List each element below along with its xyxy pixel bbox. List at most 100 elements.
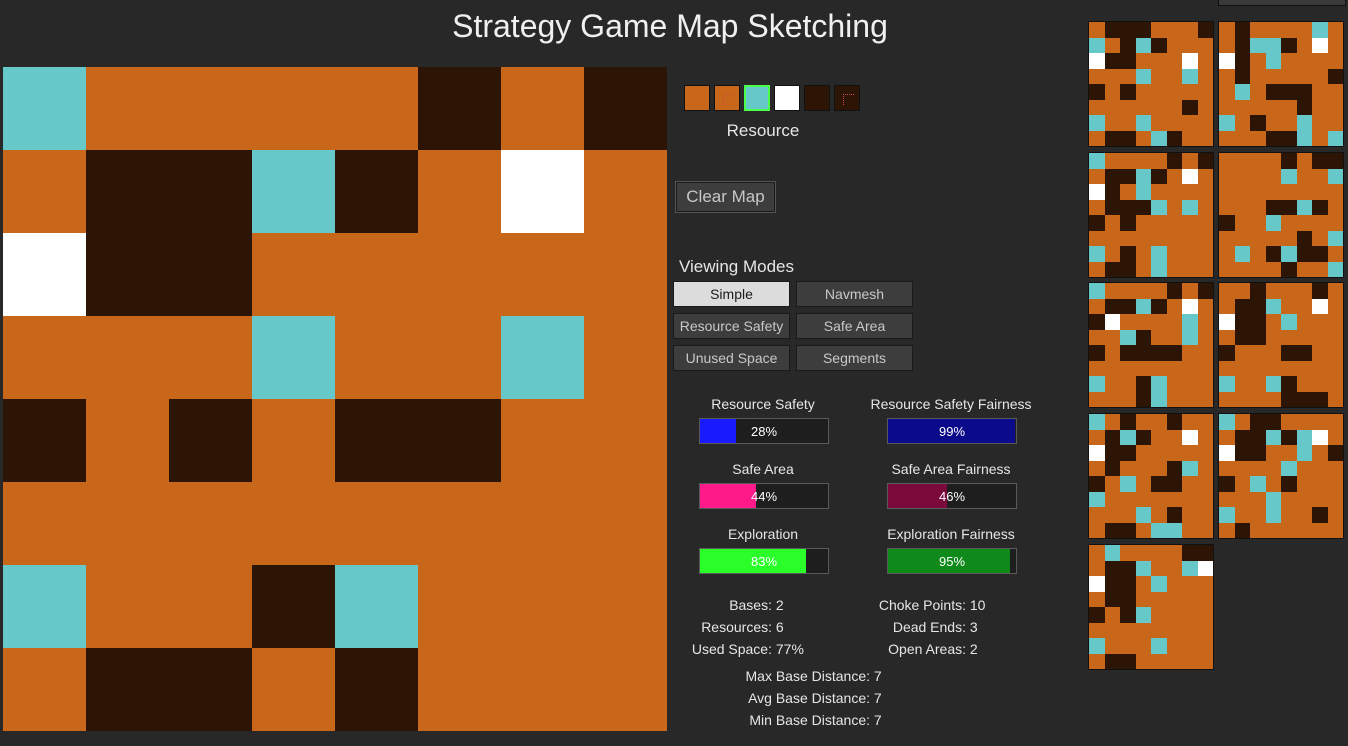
- ground-tile[interactable]: [418, 150, 501, 233]
- ground-tile[interactable]: [169, 316, 252, 399]
- wall-tile[interactable]: [418, 67, 501, 150]
- ground-tile[interactable]: [252, 648, 335, 731]
- ground-tile[interactable]: [3, 648, 86, 731]
- resource-tile[interactable]: [3, 67, 86, 150]
- wall-tile[interactable]: [169, 648, 252, 731]
- ground-tile: [1250, 491, 1266, 507]
- wall-tile[interactable]: [584, 67, 667, 150]
- wall-tile: [1104, 184, 1120, 200]
- ground-tile[interactable]: [418, 565, 501, 648]
- ground-tile[interactable]: [335, 482, 418, 565]
- suggestion-thumbnail[interactable]: [1218, 282, 1344, 408]
- ground-tile[interactable]: [86, 316, 169, 399]
- wall-marker-tile-swatch[interactable]: [834, 85, 860, 111]
- ground-tile[interactable]: [418, 233, 501, 316]
- suggestion-thumbnail[interactable]: [1088, 152, 1214, 278]
- wall-tile[interactable]: [86, 150, 169, 233]
- exploration-fairness-bar: 95%: [887, 548, 1017, 574]
- ground-tile[interactable]: [86, 399, 169, 482]
- base-tile-swatch[interactable]: [774, 85, 800, 111]
- resource-tile[interactable]: [335, 565, 418, 648]
- ground-tile[interactable]: [86, 565, 169, 648]
- ground-tile[interactable]: [418, 316, 501, 399]
- ground-tile[interactable]: [86, 67, 169, 150]
- resource-tile[interactable]: [3, 565, 86, 648]
- resource-tile: [1120, 476, 1136, 492]
- ground-tile[interactable]: [3, 150, 86, 233]
- wall-tile[interactable]: [86, 233, 169, 316]
- wall-tile[interactable]: [335, 648, 418, 731]
- ground-tile[interactable]: [252, 67, 335, 150]
- mode-safe-area-button[interactable]: Safe Area: [796, 313, 913, 339]
- ground-tile[interactable]: [335, 67, 418, 150]
- ground-tile[interactable]: [584, 150, 667, 233]
- ground-tile[interactable]: [584, 648, 667, 731]
- suggestion-thumbnail[interactable]: [1218, 413, 1344, 539]
- wall-tile[interactable]: [86, 648, 169, 731]
- top-right-button[interactable]: [1218, 0, 1346, 6]
- ground-tile[interactable]: [3, 316, 86, 399]
- ground-tile[interactable]: [335, 233, 418, 316]
- suggestion-thumbnail[interactable]: [1088, 544, 1214, 670]
- ground-tile[interactable]: [169, 482, 252, 565]
- wall-tile-swatch[interactable]: [804, 85, 830, 111]
- ground-tile[interactable]: [501, 482, 584, 565]
- wall-tile[interactable]: [169, 150, 252, 233]
- ground-tile[interactable]: [501, 648, 584, 731]
- wall-tile[interactable]: [3, 399, 86, 482]
- mode-simple-button[interactable]: Simple: [673, 281, 790, 307]
- base-tile[interactable]: [3, 233, 86, 316]
- suggestion-thumbnail[interactable]: [1218, 21, 1344, 147]
- ground-tile[interactable]: [584, 316, 667, 399]
- clear-map-button[interactable]: Clear Map: [675, 181, 776, 213]
- wall-tile[interactable]: [418, 399, 501, 482]
- wall-tile[interactable]: [169, 233, 252, 316]
- ground-tile[interactable]: [584, 482, 667, 565]
- resource-tile[interactable]: [252, 316, 335, 399]
- wall-tile[interactable]: [252, 565, 335, 648]
- mode-navmesh-button[interactable]: Navmesh: [796, 281, 913, 307]
- main-map-grid[interactable]: [3, 67, 667, 731]
- ground-tile-swatch[interactable]: [684, 85, 710, 111]
- ground-tile: [1281, 507, 1297, 523]
- resource-tile[interactable]: [252, 150, 335, 233]
- wall-tile[interactable]: [335, 399, 418, 482]
- ground-tile[interactable]: [169, 67, 252, 150]
- resource-safety-bar: 28%: [699, 418, 829, 444]
- ground-tile[interactable]: [501, 565, 584, 648]
- ground-tile[interactable]: [584, 399, 667, 482]
- ground-tile[interactable]: [3, 482, 86, 565]
- ground-tile[interactable]: [418, 648, 501, 731]
- ground-tile[interactable]: [584, 233, 667, 316]
- ground-tile[interactable]: [501, 233, 584, 316]
- base-tile[interactable]: [501, 150, 584, 233]
- suggestion-thumbnail[interactable]: [1088, 21, 1214, 147]
- ground-tile: [1166, 653, 1182, 669]
- ground-tile[interactable]: [418, 482, 501, 565]
- wall-tile[interactable]: [169, 399, 252, 482]
- ground-tile[interactable]: [252, 233, 335, 316]
- ground-tile[interactable]: [169, 565, 252, 648]
- suggestion-thumbnail[interactable]: [1088, 413, 1214, 539]
- stat-bases: Bases: 2: [670, 597, 784, 613]
- ground-tile: [1182, 22, 1198, 38]
- ground-tile[interactable]: [252, 399, 335, 482]
- ground-tile[interactable]: [335, 316, 418, 399]
- suggestion-thumbnail[interactable]: [1218, 152, 1344, 278]
- ground-tile[interactable]: [584, 565, 667, 648]
- mode-unused-space-button[interactable]: Unused Space: [673, 345, 790, 371]
- resource-tile[interactable]: [501, 316, 584, 399]
- wall-tile: [1135, 345, 1151, 361]
- ground-tile: [1166, 429, 1182, 445]
- suggestion-thumbnail[interactable]: [1088, 282, 1214, 408]
- wall-tile[interactable]: [335, 150, 418, 233]
- ground-tile[interactable]: [501, 67, 584, 150]
- mode-resource-safety-button[interactable]: Resource Safety: [673, 313, 790, 339]
- mode-segments-button[interactable]: Segments: [796, 345, 913, 371]
- ground-tile[interactable]: [252, 482, 335, 565]
- ground-tile[interactable]: [501, 399, 584, 482]
- ground-tile[interactable]: [86, 482, 169, 565]
- ground-marker-tile-swatch[interactable]: [714, 85, 740, 111]
- resource-tile-swatch[interactable]: [744, 85, 770, 111]
- wall-tile: [1151, 476, 1167, 492]
